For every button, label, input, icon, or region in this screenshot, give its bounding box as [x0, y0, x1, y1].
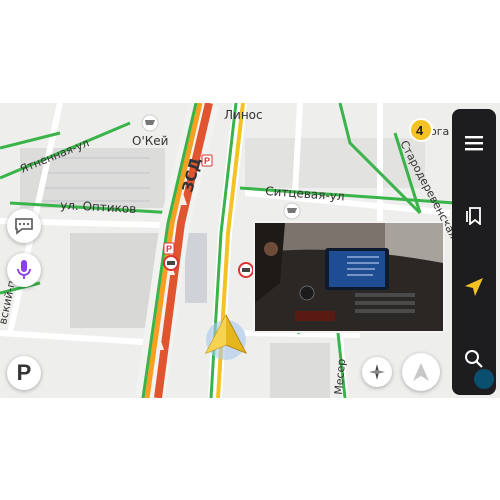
shop-poi-icon[interactable]	[283, 202, 301, 220]
parking-poi-icon[interactable]: P	[201, 154, 213, 167]
navigator-button[interactable]	[452, 267, 496, 311]
north-arrow-icon	[412, 362, 430, 382]
chat-button[interactable]	[7, 209, 41, 243]
street-label-linos: Линос	[224, 108, 263, 122]
bookmarks-button[interactable]	[452, 195, 496, 239]
voice-assistant-button[interactable]	[7, 253, 41, 287]
navigation-arrow-icon	[464, 277, 484, 302]
menu-button[interactable]	[452, 123, 496, 167]
parking-button[interactable]: P	[7, 356, 41, 390]
svg-text:P: P	[204, 156, 210, 166]
chat-bubble-icon	[14, 217, 34, 235]
navigation-screen: Линос О'Кей Ятненная-ул ул. Оптиков ЗСД …	[0, 103, 500, 398]
poi-label-okey: О'Кей	[132, 134, 168, 148]
right-navigation-rail	[452, 109, 496, 395]
status-dot	[474, 369, 494, 389]
parking-poi-icon[interactable]: P	[163, 242, 175, 255]
shop-poi-icon[interactable]	[141, 114, 159, 132]
parking-lot	[185, 233, 207, 303]
svg-text:4: 4	[416, 123, 424, 138]
compass-button[interactable]	[362, 357, 392, 387]
parking-icon: P	[16, 360, 32, 385]
video-frame	[255, 223, 443, 331]
svg-text:P: P	[166, 244, 172, 254]
microphone-icon	[16, 259, 32, 281]
building-block	[270, 343, 330, 398]
menu-icon	[464, 135, 484, 156]
north-up-button[interactable]	[402, 353, 440, 391]
bookmark-icon	[465, 205, 483, 230]
camera-poi-icon[interactable]	[238, 262, 254, 278]
traffic-level-badge[interactable]: 4	[409, 118, 433, 142]
camera-poi-icon[interactable]	[163, 255, 179, 271]
video-overlay[interactable]	[253, 221, 445, 333]
compass-icon	[368, 363, 386, 381]
